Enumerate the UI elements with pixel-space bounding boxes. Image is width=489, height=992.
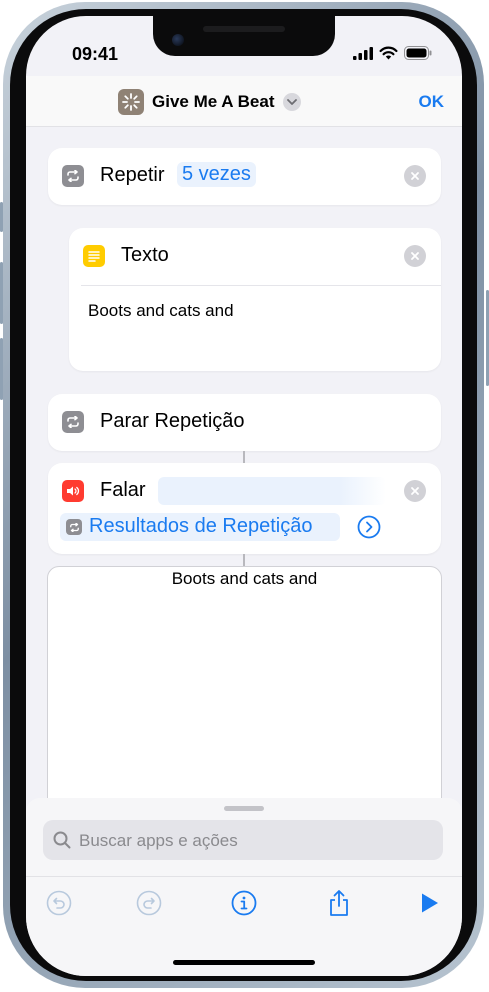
- end-repeat-action-card[interactable]: Parar Repetição: [48, 394, 441, 451]
- undo-button[interactable]: [42, 886, 76, 920]
- chevron-right-circle-icon: [357, 515, 381, 539]
- text-icon: [83, 245, 105, 267]
- actions-bottom-sheet: [26, 798, 462, 976]
- cellular-signal-icon: [353, 46, 373, 60]
- repeat-results-label: Resultados de Repetição: [89, 515, 313, 537]
- home-indicator: [173, 960, 315, 965]
- status-icons: [353, 46, 432, 60]
- wifi-icon: [379, 46, 398, 60]
- close-icon: [411, 252, 419, 260]
- shortcut-app-icon: [118, 89, 144, 115]
- sheet-grabber[interactable]: [224, 806, 264, 811]
- speak-label: Falar: [100, 479, 146, 501]
- action-button: [0, 202, 3, 232]
- close-icon: [411, 487, 419, 495]
- remove-speak-button[interactable]: [404, 480, 426, 502]
- navigation-bar: Give Me A Beat OK: [26, 76, 462, 127]
- chevron-down-icon: [282, 93, 301, 111]
- share-icon: [330, 890, 348, 916]
- repeat-results-token[interactable]: Resultados de Repetição: [60, 513, 340, 541]
- front-camera: [172, 34, 184, 46]
- search-field[interactable]: [43, 820, 443, 862]
- play-icon: [422, 893, 438, 913]
- repeat-icon: [62, 165, 84, 187]
- speak-action-card[interactable]: Falar Resultados de Repetição: [48, 463, 441, 554]
- ok-button[interactable]: OK: [419, 92, 445, 112]
- status-time: 09:41: [72, 44, 119, 64]
- output-preview-panel: Boots and cats and: [47, 566, 442, 818]
- close-icon: [411, 172, 419, 180]
- info-button[interactable]: [227, 886, 261, 920]
- earpiece: [203, 26, 285, 32]
- redo-button[interactable]: [132, 886, 166, 920]
- battery-icon: [404, 46, 432, 60]
- action-connector: [243, 554, 245, 566]
- shortcut-title: Give Me A Beat: [152, 92, 275, 111]
- text-action-card[interactable]: Texto Boots and cats and: [69, 228, 441, 371]
- volume-up-button: [0, 262, 3, 324]
- sparkle-icon: [122, 93, 140, 111]
- remove-text-button[interactable]: [404, 245, 426, 267]
- share-button[interactable]: [322, 886, 356, 920]
- speak-text-field[interactable]: [158, 477, 386, 505]
- text-content-field[interactable]: Boots and cats and: [88, 301, 234, 321]
- repeat-label: Repetir: [100, 164, 165, 186]
- shortcut-title-button[interactable]: Give Me A Beat: [118, 89, 301, 115]
- output-preview-text: Boots and cats and: [171, 569, 318, 588]
- repeat-action-card[interactable]: Repetir 5 vezes: [48, 148, 441, 205]
- expand-speak-button[interactable]: [357, 515, 381, 539]
- search-icon: [53, 831, 71, 849]
- screen: 09:41 Give Me A Beat OK Repetir 5 vezes …: [26, 16, 462, 976]
- end-repeat-label: Parar Repetição: [100, 410, 245, 432]
- info-icon: [231, 890, 257, 916]
- text-divider: [81, 285, 441, 286]
- repeat-icon: [66, 519, 82, 535]
- text-label: Texto: [121, 244, 169, 266]
- action-connector: [243, 451, 245, 463]
- run-button[interactable]: [413, 886, 447, 920]
- undo-icon: [46, 890, 72, 916]
- redo-icon: [136, 890, 162, 916]
- remove-repeat-button[interactable]: [404, 165, 426, 187]
- repeat-icon: [62, 411, 84, 433]
- volume-down-button: [0, 338, 3, 400]
- speaker-icon: [62, 480, 84, 502]
- repeat-count-token[interactable]: 5 vezes: [177, 162, 256, 187]
- toolbar-divider: [26, 876, 462, 877]
- search-input[interactable]: [77, 820, 431, 862]
